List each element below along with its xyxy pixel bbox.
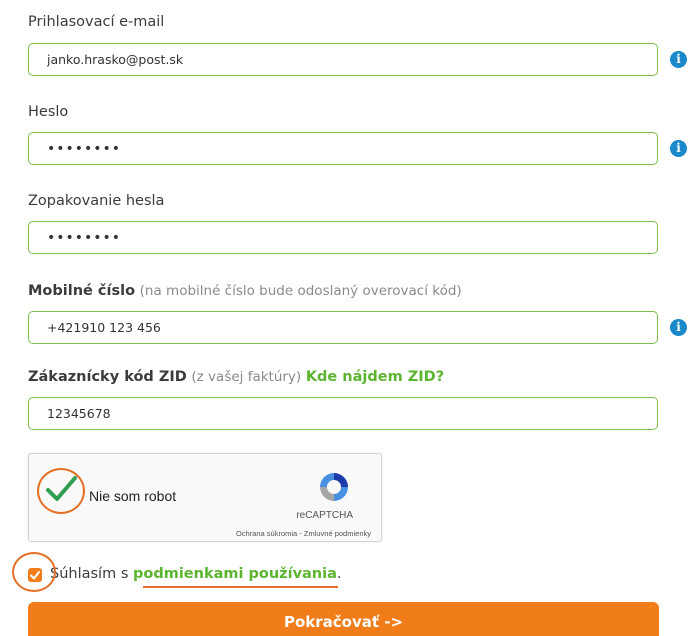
password-repeat-label: Zopakovanie hesla <box>28 193 164 209</box>
continue-button[interactable]: Pokračovať -> <box>28 602 659 636</box>
check-icon[interactable] <box>43 470 79 506</box>
info-icon[interactable]: i <box>670 51 687 68</box>
zid-label: Zákaznícky kód ZID (z vašej faktúry) Kde… <box>28 369 444 385</box>
zid-field[interactable] <box>28 397 658 430</box>
mobile-field[interactable] <box>28 311 658 344</box>
info-icon[interactable]: i <box>670 319 687 336</box>
zid-label-text: Zákaznícky kód ZID <box>28 369 187 385</box>
zid-hint: (z vašej faktúry) <box>191 369 302 385</box>
mobile-label: Mobilné číslo (na mobilné číslo bude odo… <box>28 283 462 299</box>
password-label-text: Heslo <box>28 104 69 120</box>
recaptcha-widget: Nie som robot reCAPTCHA Ochrana súkromia… <box>28 453 382 542</box>
recaptcha-terms[interactable]: Ochrana súkromia - Zmluvné podmienky <box>236 529 371 538</box>
recaptcha-brand: reCAPTCHA <box>296 510 353 521</box>
consent-checkbox[interactable] <box>28 568 42 582</box>
consent-suffix: . <box>336 566 342 582</box>
terms-link[interactable]: podmienkami používania <box>133 566 337 582</box>
check-icon <box>30 571 40 580</box>
email-label-text: Prihlasovací e-mail <box>28 14 165 30</box>
info-icon[interactable]: i <box>670 140 687 157</box>
password-repeat-label-text: Zopakovanie hesla <box>28 193 165 209</box>
consent-text: Súhlasím s podmienkami používania. <box>50 566 342 582</box>
password-label: Heslo <box>28 104 68 120</box>
email-field[interactable] <box>28 43 658 76</box>
zid-help-link[interactable]: Kde nájdem ZID? <box>306 369 444 385</box>
consent-prefix: Súhlasím s <box>50 566 133 582</box>
recaptcha-logo-icon <box>320 473 348 501</box>
mobile-label-text: Mobilné číslo <box>28 283 136 299</box>
recaptcha-label[interactable]: Nie som robot <box>89 488 176 504</box>
password-repeat-field[interactable] <box>28 221 658 254</box>
annotation-underline <box>143 586 338 588</box>
password-field[interactable] <box>28 132 658 165</box>
email-label: Prihlasovací e-mail <box>28 14 164 30</box>
mobile-hint: (na mobilné číslo bude odoslaný overovac… <box>139 283 462 299</box>
